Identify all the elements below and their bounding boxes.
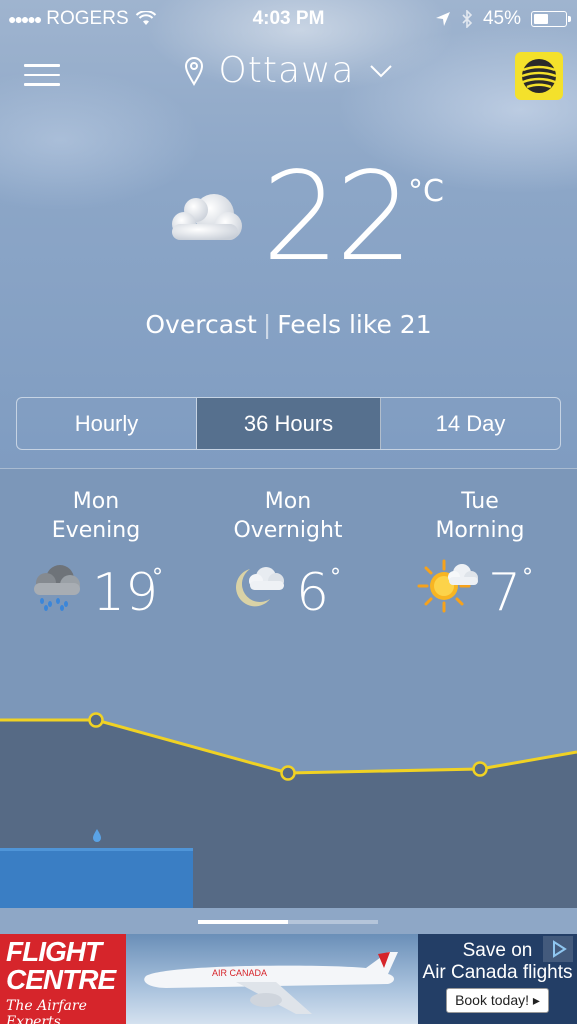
page-indicator-active <box>198 920 288 924</box>
tab-36-hours[interactable]: 36 Hours <box>197 398 381 449</box>
rain-cloud-icon <box>34 565 80 611</box>
flight-centre-logo: FLIGHT CENTRE The Airfare Experts <box>0 934 126 1024</box>
period-day: Mon <box>264 489 312 514</box>
period-name: Evening <box>51 518 141 543</box>
temperature-point <box>88 712 104 728</box>
forecast-period[interactable]: 7 ° <box>384 559 576 623</box>
forecast-tabs: Hourly 36 Hours 14 Day <box>16 397 561 450</box>
tab-hourly[interactable]: Hourly <box>17 398 197 449</box>
forecast-period[interactable]: 19 ° <box>0 561 192 623</box>
forecast-period-header: Tue Morning <box>384 487 576 545</box>
period-temperature: 19 <box>92 563 159 623</box>
city-selector[interactable]: Ottawa <box>0 50 577 91</box>
ad-choices-icon[interactable] <box>543 936 573 962</box>
period-temperature: 6 <box>296 563 330 623</box>
ad-brand-line2: CENTRE <box>6 964 116 995</box>
temperature-trend-chart <box>0 712 577 908</box>
sun-cloud-icon <box>417 559 478 613</box>
overcast-cloud-icon <box>162 188 246 248</box>
plane-livery-text: AIR CANADA <box>212 968 267 978</box>
forecast-period-header: Mon Evening <box>0 487 192 545</box>
battery-icon <box>531 11 571 27</box>
battery-percent: 45% <box>482 8 521 29</box>
bluetooth-icon <box>462 10 473 28</box>
degree-symbol: ° <box>152 565 163 590</box>
city-name: Ottawa <box>218 50 355 91</box>
period-day: Tue <box>461 489 499 514</box>
page-indicator[interactable] <box>198 920 378 924</box>
location-arrow-icon <box>435 12 450 26</box>
temperature-point <box>472 761 488 777</box>
precipitation-bar <box>0 850 193 908</box>
current-temperature: 22 <box>262 146 413 288</box>
ad-headline2: Air Canada flights <box>422 962 573 983</box>
period-temperature: 7 <box>488 563 522 623</box>
ad-brand-line1: FLIGHT <box>6 936 102 967</box>
period-day: Mon <box>72 489 120 514</box>
temperature-unit: °C <box>408 174 444 209</box>
ad-tagline: The Airfare Experts <box>6 998 87 1024</box>
current-conditions: 22 °C Overcast | Feels like 21 <box>0 156 577 350</box>
airplane-image: AIR CANADA <box>126 934 418 1024</box>
weather-channel-logo[interactable] <box>515 52 563 100</box>
status-right: 45% <box>435 8 571 30</box>
location-pin-icon <box>185 56 204 86</box>
chevron-down-icon <box>369 64 392 77</box>
status-bar: ●●●●● ROGERS 4:03 PM 45% <box>0 0 577 38</box>
book-today-button[interactable]: Book today! ▸ <box>446 988 549 1013</box>
condition-summary: Overcast | Feels like 21 <box>0 310 577 339</box>
ad-banner[interactable]: FLIGHT CENTRE The Airfare Experts AIR CA… <box>0 934 577 1024</box>
tab-14-day[interactable]: 14 Day <box>381 398 560 449</box>
moon-cloud-icon <box>236 567 284 607</box>
precipitation-bar-top <box>0 848 193 851</box>
separator: | <box>262 310 272 339</box>
temperature-point <box>280 765 296 781</box>
feels-like-text: Feels like 21 <box>277 310 432 339</box>
forecast-period[interactable]: 6 ° <box>192 561 384 623</box>
period-name: Overnight <box>233 518 343 543</box>
degree-symbol: ° <box>330 565 341 590</box>
forecast-period-header: Mon Overnight <box>192 487 384 545</box>
period-name: Morning <box>435 518 525 543</box>
degree-symbol: ° <box>522 565 533 590</box>
condition-text: Overcast <box>145 310 257 339</box>
top-bar: Ottawa <box>0 48 577 104</box>
